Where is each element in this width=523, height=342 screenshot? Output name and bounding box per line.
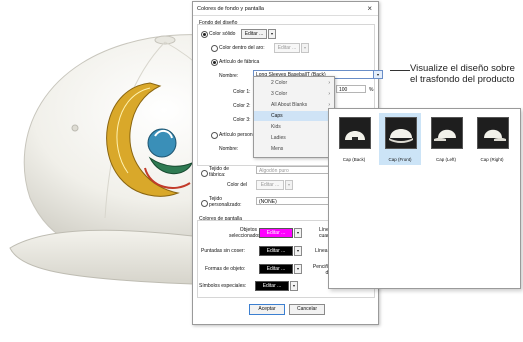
menu-item-label: Ladies <box>271 135 286 141</box>
cap-right-label: Cap (Right) <box>480 157 504 162</box>
zoom-value: 100 <box>339 87 348 93</box>
dialog-title: Colores de fondo y pantalla <box>197 6 264 12</box>
cap-left-label: Cap (Left) <box>435 157 456 162</box>
personal-item-label: Artículo person <box>219 132 253 138</box>
fabric-weave-placeholder: Algodón puro <box>259 168 289 174</box>
menu-item-label: Mens <box>271 146 284 152</box>
menu-item-all-about-blanks[interactable]: All About Blanks › <box>254 100 334 110</box>
cap-left-thumbnail <box>431 117 463 149</box>
cap-tile-left[interactable]: Cap (Left) <box>425 113 467 165</box>
inside-hoop-radio[interactable] <box>211 45 218 52</box>
color-of-label: Color del <box>227 182 248 188</box>
fabric-name-label: Nombre: <box>219 73 239 79</box>
menu-item-2-color[interactable]: 2 Color › <box>254 78 334 88</box>
menu-item-ladies[interactable]: Ladies› <box>254 133 334 143</box>
menu-item-label: Caps <box>271 113 283 119</box>
fabric-item-radio[interactable] <box>211 59 218 66</box>
color2-label: Color 2: <box>233 103 251 109</box>
zoom-input[interactable]: 100 <box>336 85 366 93</box>
shapes-swatch[interactable]: Editar ... <box>259 264 293 274</box>
inside-hoop-label: Color dentro del aro: <box>219 45 265 51</box>
cap-front-thumbnail <box>385 117 417 149</box>
shapes-dropdown[interactable]: ▾ <box>294 264 302 274</box>
solid-color-dropdown[interactable]: ▾ <box>268 29 276 39</box>
fabric-item-label: Artículo de fábrica <box>219 59 260 65</box>
ok-button[interactable]: Aceptar <box>249 304 285 315</box>
special-symbols-label: Símbolos especiales: <box>199 283 247 289</box>
hoop-color-dropdown[interactable]: ▾ <box>301 43 309 53</box>
menu-item-mens[interactable]: Mens› <box>254 144 334 154</box>
solid-color-label: Color sólido <box>209 31 236 37</box>
selected-objects-dropdown[interactable]: ▾ <box>294 228 302 238</box>
special-symbols-swatch[interactable]: Editar ... <box>255 281 289 291</box>
personal-item-radio[interactable] <box>211 132 218 139</box>
unsewn-dropdown[interactable]: ▾ <box>294 246 302 256</box>
selected-objects-label: Objetos seleccionados: <box>229 227 263 239</box>
menu-item-kids[interactable]: Kids› <box>254 122 334 132</box>
cap-right-thumbnail <box>477 117 509 149</box>
solid-color-radio[interactable] <box>201 31 208 38</box>
menu-item-caps[interactable]: Caps› <box>254 111 334 121</box>
chevron-right-icon: › <box>328 80 330 86</box>
close-icon[interactable]: × <box>367 4 372 13</box>
unsewn-swatch[interactable]: Editar ... <box>259 246 293 256</box>
cap-tile-right[interactable]: Cap (Right) <box>471 113 513 165</box>
cap-back-thumbnail <box>339 117 371 149</box>
fabric-weave-radio[interactable] <box>201 170 208 177</box>
custom-weave-value: (NONE) <box>259 199 277 205</box>
weave-color-dropdown[interactable]: ▾ <box>285 180 293 190</box>
custom-weave-radio[interactable] <box>201 200 208 207</box>
cancel-button[interactable]: Cancelar <box>289 304 325 315</box>
color3-label: Color 3: <box>233 117 251 123</box>
special-symbols-dropdown[interactable]: ▾ <box>290 281 298 291</box>
chevron-down-icon[interactable]: ▾ <box>373 71 382 78</box>
edit-solid-button[interactable]: Editar ... <box>241 29 267 39</box>
cap-front-label: Cap (Front) <box>388 157 412 162</box>
fabric-category-menu: 2 Color › 3 Color › All About Blanks › Caps… <box>253 76 335 158</box>
menu-item-label: 2 Color <box>271 80 288 86</box>
selected-objects-swatch[interactable]: Editar ... <box>259 228 293 238</box>
color1-label: Color 1: <box>233 89 251 95</box>
menu-item-3-color[interactable]: 3 Color › <box>254 89 334 99</box>
menu-item-label: Kids <box>271 124 281 130</box>
personal-name-label: Nombre: <box>219 146 239 152</box>
chevron-right-icon: › <box>328 91 330 97</box>
shapes-label: Formas de objeto: <box>205 266 246 272</box>
menu-item-label: All About Blanks <box>271 102 308 108</box>
annotation-pointer <box>390 70 410 71</box>
annotation-text: Visualize el diseño sobre el trasfondo d… <box>410 63 515 85</box>
line2-label: Línea <box>315 248 328 254</box>
menu-item-label: 3 Color <box>271 91 288 97</box>
zoom-unit: % <box>369 87 374 93</box>
dialog-titlebar: Colores de fondo y pantalla × <box>193 2 378 16</box>
unsewn-label: Puntadas sin coser: <box>201 248 245 254</box>
edit-weave-button[interactable]: Editar ... <box>256 180 284 190</box>
fabric-weave-label: Tejido de fábrica: <box>209 166 230 178</box>
cap-tile-front[interactable]: Cap (Front) <box>379 113 421 165</box>
custom-weave-label: Tejido personalizado: <box>209 196 242 208</box>
cap-picker-panel: Cap (Back) Cap (Front) Cap (Left) Cap (R… <box>328 108 521 289</box>
edit-hoop-button[interactable]: Editar ... <box>274 43 300 53</box>
cap-back-label: Cap (Back) <box>342 157 366 162</box>
cap-tile-back[interactable]: Cap (Back) <box>333 113 375 165</box>
